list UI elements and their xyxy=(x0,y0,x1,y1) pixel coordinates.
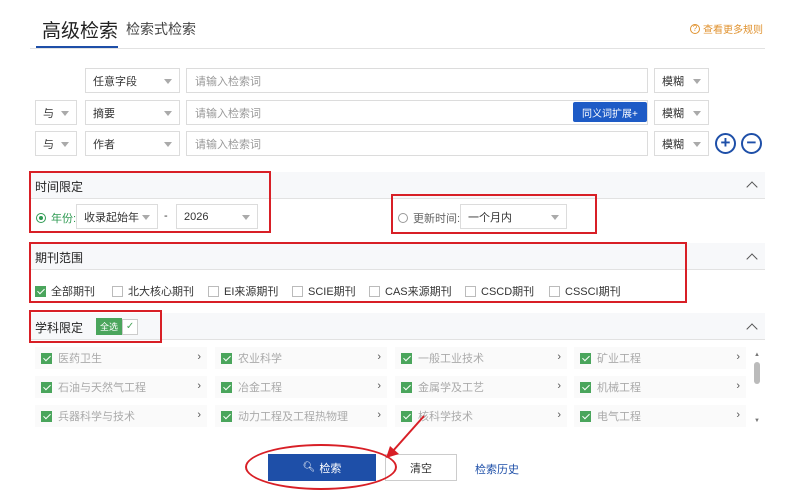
chevron-down-icon xyxy=(693,111,701,116)
annotation-arrow xyxy=(386,415,425,458)
subject-item-label: 兵器科学与技术 xyxy=(58,411,135,423)
chevron-right-icon[interactable]: › xyxy=(377,380,381,392)
checkbox-checked-icon[interactable] xyxy=(41,410,52,422)
search-input-2-placeholder: 请输入检索词 xyxy=(195,107,261,120)
chevron-down-icon xyxy=(164,142,172,147)
logic-select-2[interactable]: 与 xyxy=(35,100,77,125)
subject-item[interactable]: 金属学及工艺 › xyxy=(395,376,567,398)
chevron-down-icon xyxy=(61,142,69,147)
chevron-right-icon[interactable]: › xyxy=(736,351,740,363)
chevron-right-icon[interactable]: › xyxy=(377,351,381,363)
annotation-ellipse-search xyxy=(245,444,397,490)
header-divider xyxy=(30,48,765,49)
checkbox-checked-icon[interactable] xyxy=(41,352,52,364)
field-select-2-value: 摘要 xyxy=(93,107,115,120)
remove-row-button[interactable]: − xyxy=(741,133,762,154)
field-select-3[interactable]: 作者 xyxy=(85,131,180,156)
synonym-expand-button[interactable]: 同义词扩展+ xyxy=(573,102,647,122)
search-input-3[interactable]: 请输入检索词 xyxy=(186,131,648,156)
add-row-button[interactable]: + xyxy=(715,133,736,154)
field-select-3-value: 作者 xyxy=(93,138,115,151)
chevron-right-icon[interactable]: › xyxy=(557,409,561,421)
checkbox-checked-icon[interactable] xyxy=(580,381,591,393)
chevron-right-icon[interactable]: › xyxy=(557,380,561,392)
subject-item-label: 电气工程 xyxy=(597,411,641,423)
annotation-box-journal xyxy=(29,242,687,303)
annotation-box-time xyxy=(29,171,271,233)
match-select-2-value: 模糊 xyxy=(662,107,684,120)
chevron-down-icon xyxy=(61,111,69,116)
logic-select-3[interactable]: 与 xyxy=(35,131,77,156)
tab-expression-search[interactable]: 检索式检索 xyxy=(126,19,196,39)
subject-item-label: 一般工业技术 xyxy=(418,353,484,365)
subject-item[interactable]: 机械工程 › xyxy=(574,376,746,398)
subject-scrollbar[interactable]: ▲ ▼ xyxy=(754,352,760,426)
subject-item-label: 石油与天然气工程 xyxy=(58,382,146,394)
scroll-down-icon[interactable]: ▼ xyxy=(754,418,760,424)
scrollbar-thumb[interactable] xyxy=(754,362,760,384)
checkbox-checked-icon[interactable] xyxy=(221,352,232,364)
chevron-right-icon[interactable]: › xyxy=(197,351,201,363)
search-history-link[interactable]: 检索历史 xyxy=(475,461,519,477)
chevron-down-icon xyxy=(693,142,701,147)
match-select-3[interactable]: 模糊 xyxy=(654,131,709,156)
match-select-2[interactable]: 模糊 xyxy=(654,100,709,125)
checkbox-checked-icon[interactable] xyxy=(401,352,412,364)
scroll-up-icon[interactable]: ▲ xyxy=(754,352,760,358)
subject-item-label: 金属学及工艺 xyxy=(418,382,484,394)
checkbox-checked-icon[interactable] xyxy=(401,381,412,393)
checkbox-checked-icon[interactable] xyxy=(221,381,232,393)
question-circle-icon: ? xyxy=(690,23,700,34)
subject-item[interactable]: 医药卫生 › xyxy=(35,347,207,369)
subject-item[interactable]: 矿业工程 › xyxy=(574,347,746,369)
match-select-1-value: 模糊 xyxy=(662,75,684,88)
field-select-1[interactable]: 任意字段 xyxy=(85,68,180,93)
search-input-3-placeholder: 请输入检索词 xyxy=(195,138,261,151)
more-rules-link[interactable]: ? 查看更多规则 xyxy=(690,21,763,36)
subject-item-label: 医药卫生 xyxy=(58,353,102,365)
search-input-1-placeholder: 请输入检索词 xyxy=(195,75,261,88)
field-select-1-value: 任意字段 xyxy=(93,75,137,88)
more-rules-label: 查看更多规则 xyxy=(703,25,763,36)
subject-item-label: 冶金工程 xyxy=(238,382,282,394)
checkbox-checked-icon[interactable] xyxy=(221,410,232,422)
chevron-right-icon[interactable]: › xyxy=(557,351,561,363)
subject-item[interactable]: 电气工程 › xyxy=(574,405,746,427)
arrow-line xyxy=(391,415,425,453)
subject-item[interactable]: 石油与天然气工程 › xyxy=(35,376,207,398)
checkbox-checked-icon[interactable] xyxy=(41,381,52,393)
subject-item-label: 动力工程及工程热物理 xyxy=(238,411,348,423)
search-input-1[interactable]: 请输入检索词 xyxy=(186,68,648,93)
chevron-down-icon xyxy=(164,111,172,116)
subject-item[interactable]: 动力工程及工程热物理 › xyxy=(215,405,387,427)
chevron-right-icon[interactable]: › xyxy=(736,409,740,421)
field-select-2[interactable]: 摘要 xyxy=(85,100,180,125)
checkbox-checked-icon[interactable] xyxy=(580,352,591,364)
logic-select-3-value: 与 xyxy=(43,138,54,151)
chevron-right-icon[interactable]: › xyxy=(736,380,740,392)
subject-item-label: 矿业工程 xyxy=(597,353,641,365)
subject-item[interactable]: 一般工业技术 › xyxy=(395,347,567,369)
logic-select-2-value: 与 xyxy=(43,107,54,120)
tab-advanced-search[interactable]: 高级检索 xyxy=(42,16,118,43)
chevron-down-icon xyxy=(693,79,701,84)
subject-item-label: 农业科学 xyxy=(238,353,282,365)
subject-item[interactable]: 农业科学 › xyxy=(215,347,387,369)
subject-item-label: 机械工程 xyxy=(597,382,641,394)
chevron-down-icon xyxy=(164,79,172,84)
annotation-box-subject xyxy=(29,310,162,343)
annotation-box-update-time xyxy=(391,194,597,234)
match-select-3-value: 模糊 xyxy=(662,138,684,151)
subject-item[interactable]: 冶金工程 › xyxy=(215,376,387,398)
subject-item[interactable]: 兵器科学与技术 › xyxy=(35,405,207,427)
checkbox-checked-icon[interactable] xyxy=(580,410,591,422)
match-select-1[interactable]: 模糊 xyxy=(654,68,709,93)
chevron-right-icon[interactable]: › xyxy=(197,409,201,421)
chevron-right-icon[interactable]: › xyxy=(197,380,201,392)
